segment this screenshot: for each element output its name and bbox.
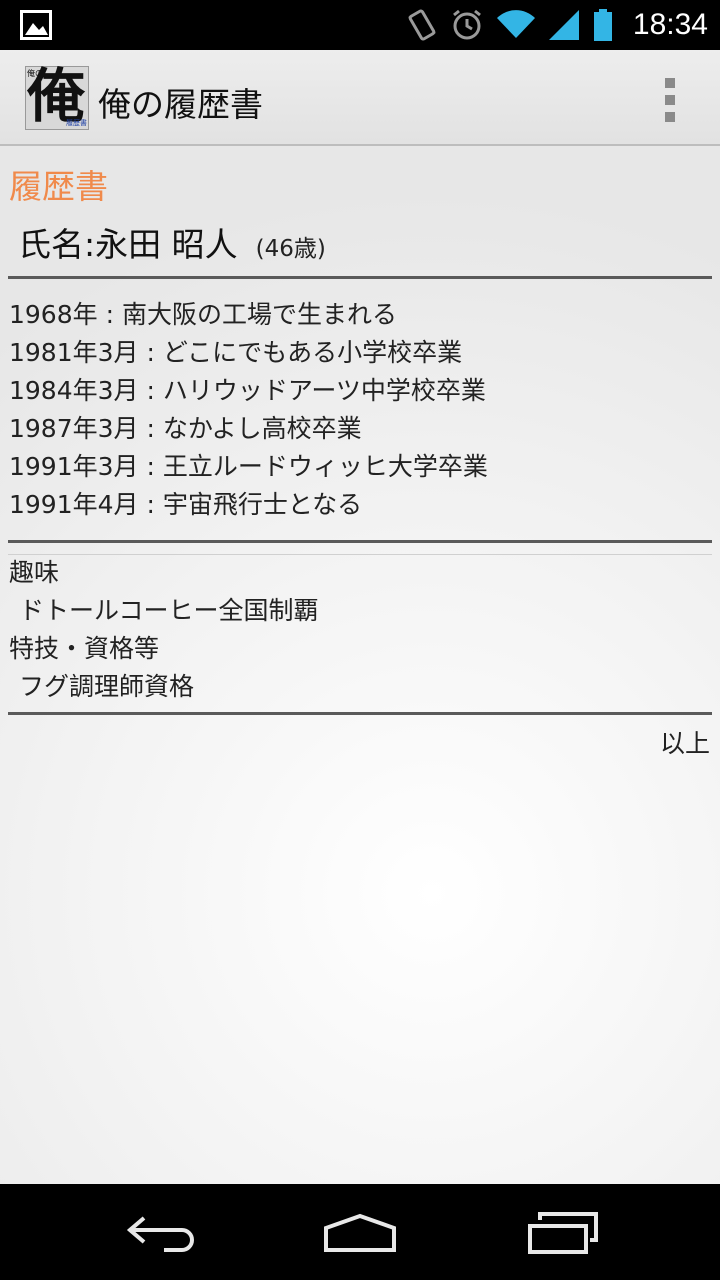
resume-section-title: 履歴書 — [9, 167, 108, 206]
recent-apps-icon[interactable] — [526, 1212, 600, 1254]
hobby-label: 趣味 — [9, 558, 60, 587]
resume-content: 履歴書 氏名:永田 昭人 (46歳) 1968年 : 南大阪の工場で生まれる 19… — [0, 146, 720, 1184]
app-icon-bottom-text: 履歴書 — [66, 119, 87, 127]
person-age: (46歳) — [255, 236, 326, 262]
history-item: 1987年3月 : なかよし高校卒業 — [9, 414, 362, 443]
status-bar: 18:34 — [0, 0, 720, 50]
history-item: 1981年3月 : どこにでもある小学校卒業 — [9, 338, 463, 367]
skills-value: フグ調理師資格 — [19, 672, 195, 701]
overflow-menu-icon[interactable] — [662, 78, 678, 122]
action-bar: 俺の 俺 履歴書 俺の履歴書 — [0, 50, 720, 146]
history-item: 1991年3月 : 王立ルードウィッヒ大学卒業 — [9, 452, 488, 481]
app-icon[interactable]: 俺の 俺 履歴書 — [25, 66, 89, 130]
wifi-icon — [496, 10, 535, 40]
history-item: 1991年4月 : 宇宙飛行士となる — [9, 490, 363, 519]
skills-label: 特技・資格等 — [9, 634, 160, 663]
history-item: 1984年3月 : ハリウッドアーツ中学校卒業 — [9, 376, 486, 405]
history-list: 1968年 : 南大阪の工場で生まれる 1981年3月 : どこにでもある小学校… — [9, 296, 488, 524]
hobby-skills-block: 趣味 ドトールコーヒー全国制覇 特技・資格等 フグ調理師資格 — [9, 554, 319, 706]
person-name: 氏名:永田 昭人 — [18, 225, 238, 264]
hobby-value: ドトールコーヒー全国制覇 — [19, 596, 319, 625]
history-item: 1968年 : 南大阪の工場で生まれる — [9, 300, 397, 329]
home-icon[interactable] — [322, 1212, 398, 1254]
closing-text: 以上 — [659, 729, 710, 758]
vibrate-icon — [407, 8, 437, 42]
signal-icon — [548, 10, 579, 40]
divider — [8, 712, 712, 715]
gallery-notification-icon — [20, 10, 52, 40]
status-clock: 18:34 — [632, 8, 708, 41]
divider — [8, 540, 712, 543]
app-title: 俺の履歴書 — [98, 85, 263, 124]
name-row: 氏名:永田 昭人 (46歳) — [18, 218, 326, 266]
navigation-bar — [0, 1184, 720, 1280]
back-icon[interactable] — [124, 1212, 196, 1252]
alarm-icon — [451, 9, 483, 41]
divider — [8, 276, 712, 279]
battery-icon — [593, 9, 613, 41]
